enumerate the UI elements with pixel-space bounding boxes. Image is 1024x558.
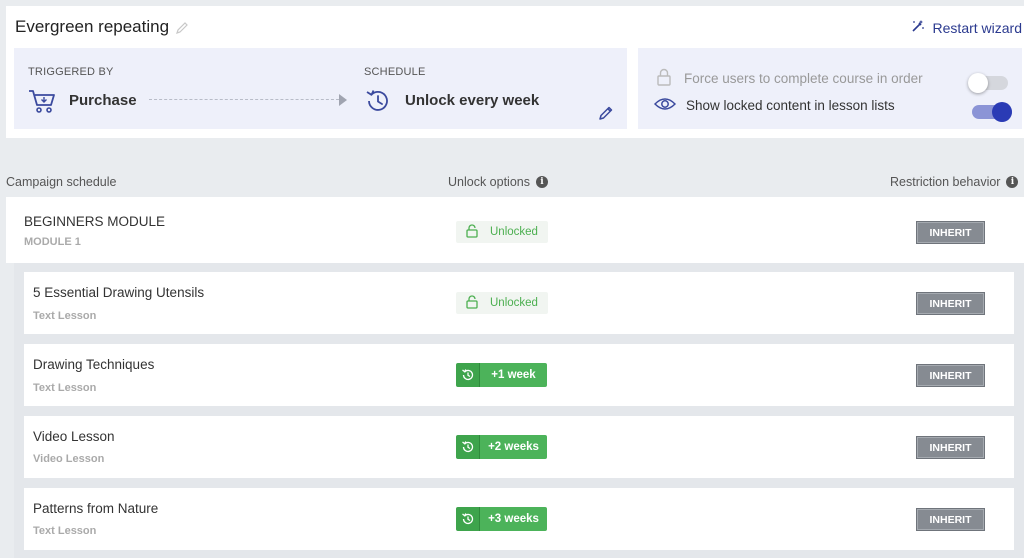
- force-order-toggle[interactable]: [968, 73, 1008, 93]
- unlock-delay-badge[interactable]: +2 weeks: [456, 435, 547, 459]
- page-title: Evergreen repeating: [15, 17, 189, 37]
- trigger-value: Purchase: [69, 92, 137, 109]
- unlocked-badge-label: Unlocked: [490, 226, 538, 238]
- column-header-restriction: Restriction behavior i: [890, 175, 1019, 189]
- column-header-schedule-label: Campaign schedule: [6, 175, 117, 189]
- column-header-unlock-label: Unlock options: [448, 175, 530, 189]
- lesson-type: Text Lesson: [33, 382, 97, 394]
- campaign-header-card: Evergreen repeating Restart wizard TRIGG…: [6, 6, 1024, 138]
- flow-arrow-line: [149, 99, 339, 100]
- show-locked-toggle[interactable]: [972, 102, 1012, 122]
- page-title-text: Evergreen repeating: [15, 17, 170, 36]
- lesson-row[interactable]: 5 Essential Drawing Utensils Text Lesson…: [24, 272, 1014, 334]
- lesson-title: 5 Essential Drawing Utensils: [33, 285, 205, 300]
- lesson-title: Video Lesson: [33, 429, 115, 444]
- inherit-button[interactable]: INHERIT: [916, 436, 985, 459]
- edit-title-pencil-icon[interactable]: [175, 20, 189, 34]
- module-subtitle: MODULE 1: [24, 236, 81, 248]
- lesson-type: Text Lesson: [33, 525, 97, 537]
- unlocked-badge-label: Unlocked: [490, 297, 538, 309]
- course-options-panel: Force users to complete course in order …: [638, 48, 1022, 129]
- inherit-button[interactable]: INHERIT: [916, 364, 985, 387]
- unlock-delay-label: +2 weeks: [480, 435, 547, 459]
- triggered-by-label: TRIGGERED BY: [28, 66, 114, 78]
- force-order-option: Force users to complete course in order: [654, 67, 923, 90]
- history-clock-icon: [456, 435, 480, 459]
- inherit-button[interactable]: INHERIT: [916, 292, 985, 315]
- restart-wizard-button[interactable]: Restart wizard: [911, 19, 1022, 36]
- flow-arrow-head: [339, 94, 347, 106]
- show-locked-label: Show locked content in lesson lists: [686, 98, 895, 113]
- edit-schedule-pencil-icon[interactable]: [598, 105, 614, 126]
- eye-icon: [653, 96, 677, 115]
- column-header-schedule: Campaign schedule: [6, 175, 117, 189]
- history-clock-icon: [364, 87, 392, 120]
- history-clock-icon: [456, 363, 480, 387]
- lesson-row[interactable]: Video Lesson Video Lesson +2 weeks INHER…: [24, 416, 1014, 478]
- magic-wand-icon: [911, 19, 925, 36]
- info-icon[interactable]: i: [536, 176, 548, 188]
- restart-wizard-label: Restart wizard: [932, 19, 1022, 36]
- column-header-restriction-label: Restriction behavior: [890, 175, 1001, 189]
- unlocked-badge[interactable]: Unlocked: [456, 221, 548, 243]
- lesson-title: Patterns from Nature: [33, 501, 159, 516]
- schedule-label: SCHEDULE: [364, 66, 426, 78]
- schedule-value: Unlock every week: [405, 92, 540, 109]
- toggle-knob: [992, 102, 1012, 122]
- unlock-delay-label: +3 weeks: [480, 507, 547, 531]
- info-icon[interactable]: i: [1006, 176, 1019, 188]
- column-header-unlock: Unlock options i: [448, 175, 548, 189]
- lesson-title: Drawing Techniques: [33, 357, 155, 372]
- inherit-button[interactable]: INHERIT: [916, 221, 985, 244]
- show-locked-option: Show locked content in lesson lists: [653, 96, 895, 115]
- unlock-icon: [466, 294, 478, 312]
- history-clock-icon: [456, 507, 480, 531]
- module-title: BEGINNERS MODULE: [24, 214, 166, 229]
- unlocked-badge[interactable]: Unlocked: [456, 292, 548, 314]
- inherit-button[interactable]: INHERIT: [916, 508, 985, 531]
- padlock-icon: [654, 67, 674, 90]
- unlock-icon: [466, 223, 478, 241]
- force-order-label: Force users to complete course in order: [684, 71, 923, 86]
- lesson-type: Text Lesson: [33, 310, 97, 322]
- toggle-knob: [968, 73, 988, 93]
- unlock-delay-badge[interactable]: +1 week: [456, 363, 547, 387]
- shopping-cart-icon: [28, 88, 56, 119]
- lesson-row[interactable]: Patterns from Nature Text Lesson +3 week…: [24, 488, 1014, 550]
- trigger-schedule-panel: TRIGGERED BY SCHEDULE Purchase Unlock ev…: [14, 48, 627, 129]
- unlock-delay-badge[interactable]: +3 weeks: [456, 507, 547, 531]
- lesson-row[interactable]: Drawing Techniques Text Lesson +1 week I…: [24, 344, 1014, 406]
- lesson-type: Video Lesson: [33, 453, 105, 465]
- unlock-delay-label: +1 week: [480, 363, 547, 387]
- module-row[interactable]: BEGINNERS MODULE MODULE 1 Unlocked INHER…: [6, 197, 1024, 263]
